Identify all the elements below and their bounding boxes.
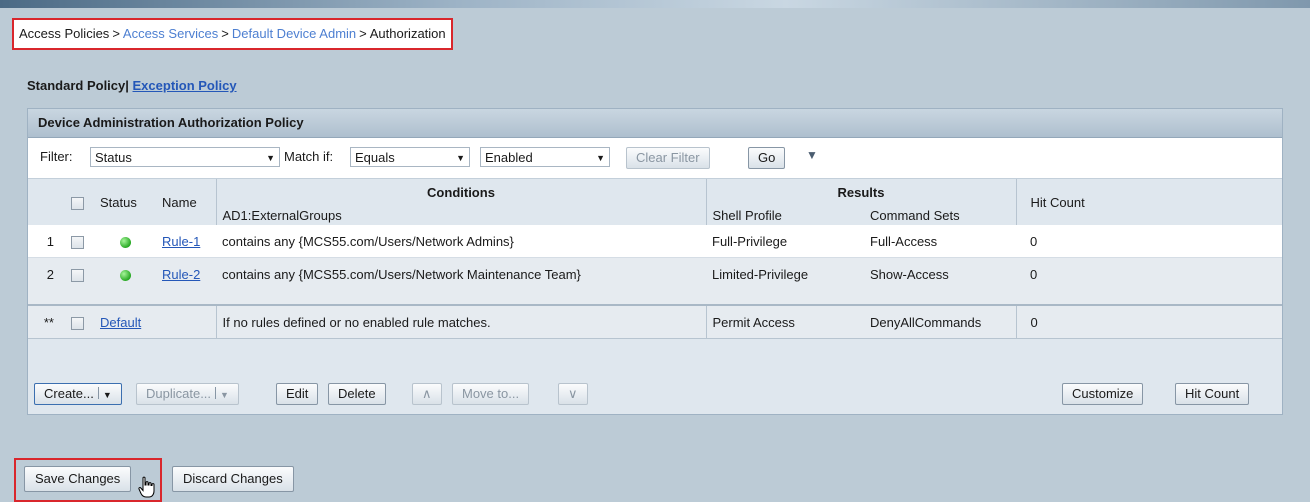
filter-bar: Filter: Status ▼ Match if: Equals ▼ Enab… [28, 138, 1282, 179]
tab-exception-policy[interactable]: Exception Policy [133, 78, 237, 93]
command-sets-value: Full-Access [856, 225, 1016, 258]
dropdown-arrow-icon: ▼ [220, 390, 229, 400]
duplicate-button-label: Duplicate... [146, 386, 212, 401]
delete-button[interactable]: Delete [328, 383, 386, 405]
create-button-label: Create... [44, 386, 94, 401]
breadcrumb-access-services[interactable]: Access Services [123, 26, 218, 41]
row-number: 1 [28, 225, 60, 258]
select-all-checkbox[interactable] [70, 196, 84, 210]
row-checkbox[interactable] [70, 235, 84, 249]
discard-changes-button[interactable]: Discard Changes [172, 466, 294, 492]
default-rule-link[interactable]: Default [100, 315, 141, 330]
chevron-up-icon: ∧ [422, 386, 432, 401]
tab-standard-policy: Standard Policy [27, 78, 126, 93]
hit-count-value: 0 [1015, 304, 1282, 339]
rule-condition: If no rules defined or no enabled rule m… [215, 304, 706, 339]
filter-options-icon[interactable]: ▼ [806, 148, 818, 162]
match-operator-select[interactable]: Equals ▼ [350, 147, 470, 167]
breadcrumb-default-device-admin[interactable]: Default Device Admin [232, 26, 356, 41]
policy-tabs: Standard Policy| Exception Policy [27, 78, 237, 93]
breadcrumb-separator: > [221, 26, 229, 41]
breadcrumb-separator: > [112, 26, 120, 41]
rule-condition: contains any {MCS55.com/Users/Network Ma… [216, 257, 706, 290]
rule-name-link[interactable]: Rule-1 [162, 234, 200, 249]
tab-separator: | [125, 78, 129, 93]
hit-count-value: 0 [1016, 257, 1282, 290]
clear-filter-button[interactable]: Clear Filter [626, 147, 710, 169]
filter-label: Filter: [40, 149, 73, 164]
top-banner [0, 0, 1310, 8]
move-to-button[interactable]: Move to... [452, 383, 530, 405]
status-enabled-icon [119, 269, 131, 281]
filter-value-value: Enabled [485, 150, 533, 165]
row-number: ** [28, 304, 60, 339]
hit-count-value: 0 [1016, 225, 1282, 258]
rule-condition: contains any {MCS55.com/Users/Network Ad… [216, 225, 706, 258]
dropdown-arrow-icon: ▼ [596, 153, 605, 163]
table-spacer [28, 290, 1282, 305]
move-up-button[interactable]: ∧ [412, 383, 442, 405]
row-number-header [28, 179, 60, 225]
match-if-label: Match if: [284, 149, 334, 164]
dropdown-arrow-icon: ▼ [102, 390, 112, 400]
shell-profile-value: Limited-Privilege [706, 257, 856, 290]
authorization-policy-panel: Device Administration Authorization Poli… [27, 108, 1283, 415]
results-header: Results [705, 179, 1016, 205]
default-rule-row[interactable]: ** Default If no rules defined or no ena… [28, 304, 1282, 339]
conditions-subheader[interactable]: AD1:ExternalGroups [215, 205, 706, 225]
panel-title: Device Administration Authorization Poli… [28, 109, 1282, 138]
edit-button[interactable]: Edit [276, 383, 319, 405]
create-button[interactable]: Create... ▼ [34, 383, 122, 405]
action-bar: Create... ▼ Duplicate... ▼ Edit Delete ∧ M… [28, 379, 1282, 409]
select-all-checkbox-cell [60, 179, 94, 225]
row-checkbox[interactable] [70, 316, 84, 330]
hit-count-button[interactable]: Hit Count [1175, 383, 1250, 405]
command-sets-value: DenyAllCommands [856, 304, 1016, 339]
breadcrumb-authorization: Authorization [369, 26, 446, 41]
status-header[interactable]: Status [94, 179, 156, 225]
hit-count-header[interactable]: Hit Count [1015, 179, 1282, 225]
filter-field-value: Status [95, 150, 132, 165]
shell-profile-header[interactable]: Shell Profile [705, 205, 856, 225]
status-enabled-icon [119, 236, 131, 248]
chevron-down-icon: ∨ [568, 386, 578, 401]
move-down-button[interactable]: ∨ [558, 383, 588, 405]
go-button[interactable]: Go [748, 147, 786, 169]
conditions-header: Conditions [215, 179, 706, 205]
match-operator-value: Equals [355, 150, 395, 165]
row-checkbox[interactable] [70, 268, 84, 282]
command-sets-value: Show-Access [856, 257, 1016, 290]
filter-value-select[interactable]: Enabled ▼ [480, 147, 610, 167]
shell-profile-value: Permit Access [705, 304, 856, 339]
customize-button[interactable]: Customize [1062, 383, 1144, 405]
row-number: 2 [28, 257, 60, 290]
breadcrumb: Access Policies > Access Services > Default … [12, 18, 453, 50]
dropdown-arrow-icon: ▼ [266, 153, 275, 163]
shell-profile-value: Full-Privilege [706, 225, 856, 258]
name-header[interactable]: Name [156, 179, 216, 225]
hand-cursor-icon [138, 476, 155, 498]
duplicate-button[interactable]: Duplicate... ▼ [136, 383, 239, 405]
breadcrumb-access-policies: Access Policies [19, 26, 110, 41]
policy-table: Status Name Conditions Results Hit Count… [28, 179, 1282, 339]
command-sets-header[interactable]: Command Sets [856, 205, 1016, 225]
table-row[interactable]: 2 Rule-2 contains any {MCS55.com/Users/N… [28, 257, 1282, 290]
table-row[interactable]: 1 Rule-1 contains any {MCS55.com/Users/N… [28, 225, 1282, 258]
breadcrumb-separator: > [359, 26, 367, 41]
dropdown-arrow-icon: ▼ [456, 153, 465, 163]
rule-name-link[interactable]: Rule-2 [162, 267, 200, 282]
filter-field-select[interactable]: Status ▼ [90, 147, 280, 167]
